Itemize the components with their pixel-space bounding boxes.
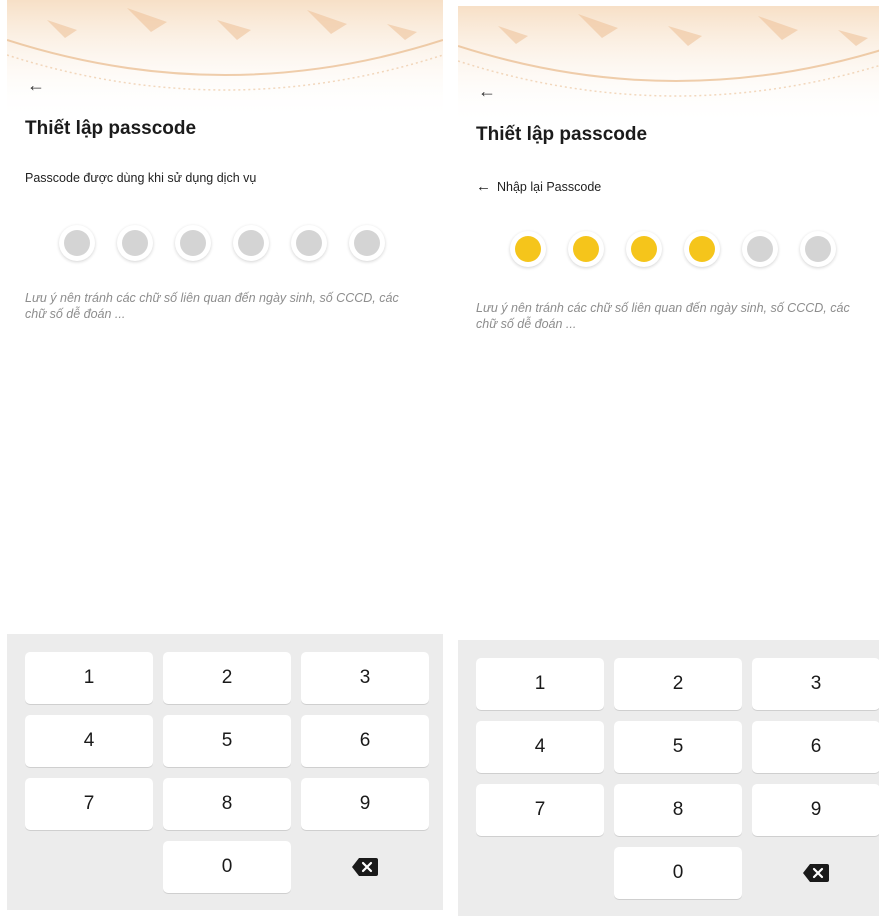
key-5[interactable]: 5 — [163, 715, 291, 767]
passcode-dot-empty — [742, 231, 778, 267]
key-1[interactable]: 1 — [25, 652, 153, 704]
passcode-dot-filled — [684, 231, 720, 267]
arrow-left-icon: ← — [476, 178, 491, 195]
key-7[interactable]: 7 — [25, 778, 153, 830]
back-button[interactable]: ← — [476, 80, 498, 102]
key-0[interactable]: 0 — [614, 847, 742, 899]
key-4[interactable]: 4 — [25, 715, 153, 767]
passcode-dot-filled — [568, 231, 604, 267]
key-2[interactable]: 2 — [614, 658, 742, 710]
decorative-banner — [458, 6, 879, 126]
key-0[interactable]: 0 — [163, 841, 291, 893]
backspace-icon — [803, 864, 829, 882]
passcode-dots — [510, 231, 836, 267]
key-6[interactable]: 6 — [301, 715, 429, 767]
delete-button[interactable] — [301, 841, 429, 893]
decorative-banner — [7, 0, 443, 120]
passcode-hint: Lưu ý nên tránh các chữ số liên quan đến… — [476, 301, 850, 331]
delete-button[interactable] — [752, 847, 879, 899]
passcode-dot-filled — [510, 231, 546, 267]
key-3[interactable]: 3 — [752, 658, 879, 710]
passcode-hint: Lưu ý nên tránh các chữ số liên quan đến… — [25, 291, 399, 321]
key-9[interactable]: 9 — [301, 778, 429, 830]
instruction-text: Passcode được dùng khi sử dụng dịch vụ — [25, 171, 257, 185]
passcode-dot-filled — [626, 231, 662, 267]
passcode-dots — [59, 225, 385, 261]
passcode-dot-empty — [175, 225, 211, 261]
key-7[interactable]: 7 — [476, 784, 604, 836]
key-2[interactable]: 2 — [163, 652, 291, 704]
passcode-dot-empty — [291, 225, 327, 261]
key-6[interactable]: 6 — [752, 721, 879, 773]
passcode-dot-empty — [800, 231, 836, 267]
key-3[interactable]: 3 — [301, 652, 429, 704]
key-8[interactable]: 8 — [614, 784, 742, 836]
arrow-left-icon: ← — [27, 74, 45, 95]
backspace-icon — [352, 858, 378, 876]
key-4[interactable]: 4 — [476, 721, 604, 773]
back-button[interactable]: ← — [25, 74, 47, 96]
key-9[interactable]: 9 — [752, 784, 879, 836]
passcode-dot-empty — [349, 225, 385, 261]
numeric-keypad: 1 2 3 4 5 6 7 8 9 0 — [458, 640, 879, 916]
key-8[interactable]: 8 — [163, 778, 291, 830]
reenter-label: Nhập lại Passcode — [497, 179, 602, 194]
key-5[interactable]: 5 — [614, 721, 742, 773]
passcode-confirm-screen: ← Thiết lập passcode ← Nhập lại Passcode… — [458, 6, 879, 916]
numeric-keypad: 1 2 3 4 5 6 7 8 9 0 — [7, 634, 443, 910]
key-1[interactable]: 1 — [476, 658, 604, 710]
page-title: Thiết lập passcode — [476, 124, 648, 145]
reenter-passcode-link[interactable]: ← Nhập lại Passcode — [476, 178, 601, 195]
passcode-dot-empty — [117, 225, 153, 261]
arrow-left-icon: ← — [478, 80, 496, 101]
page-title: Thiết lập passcode — [25, 118, 197, 139]
passcode-setup-screen: ← Thiết lập passcode Passcode được dùng … — [7, 0, 443, 910]
passcode-dot-empty — [233, 225, 269, 261]
passcode-dot-empty — [59, 225, 95, 261]
